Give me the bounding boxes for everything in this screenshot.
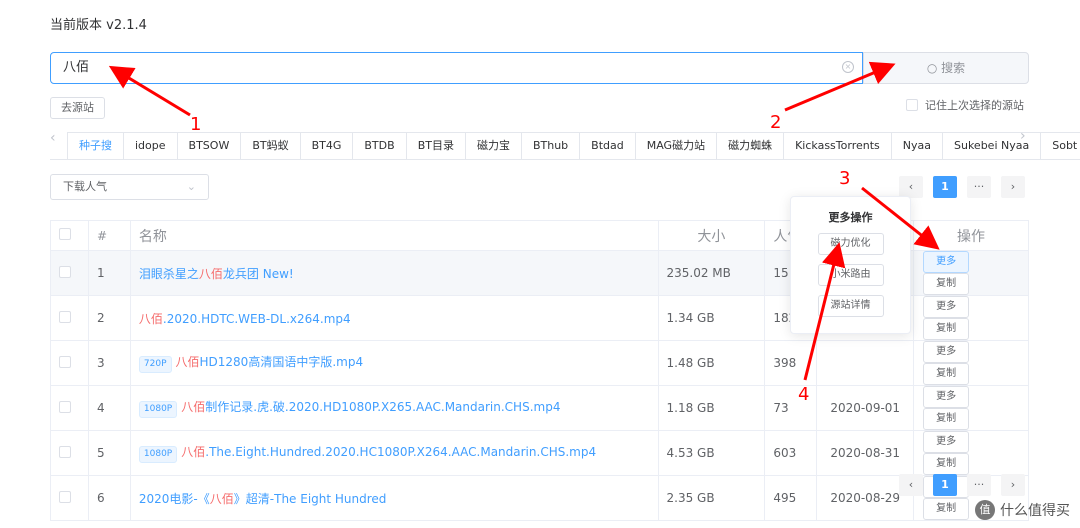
annotation-3: 3 (839, 168, 851, 189)
annotation-2: 2 (770, 112, 782, 133)
arrow-2 (784, 61, 896, 112)
annotation-4: 4 (798, 384, 810, 405)
annotation-1: 1 (190, 114, 202, 135)
annotation-arrows (108, 61, 940, 381)
arrow-3 (861, 186, 940, 250)
arrow-4 (803, 242, 846, 381)
watermark-logo: 值 (975, 500, 995, 520)
watermark: 值什么值得买 (975, 500, 1070, 520)
arrow-1 (108, 65, 191, 117)
